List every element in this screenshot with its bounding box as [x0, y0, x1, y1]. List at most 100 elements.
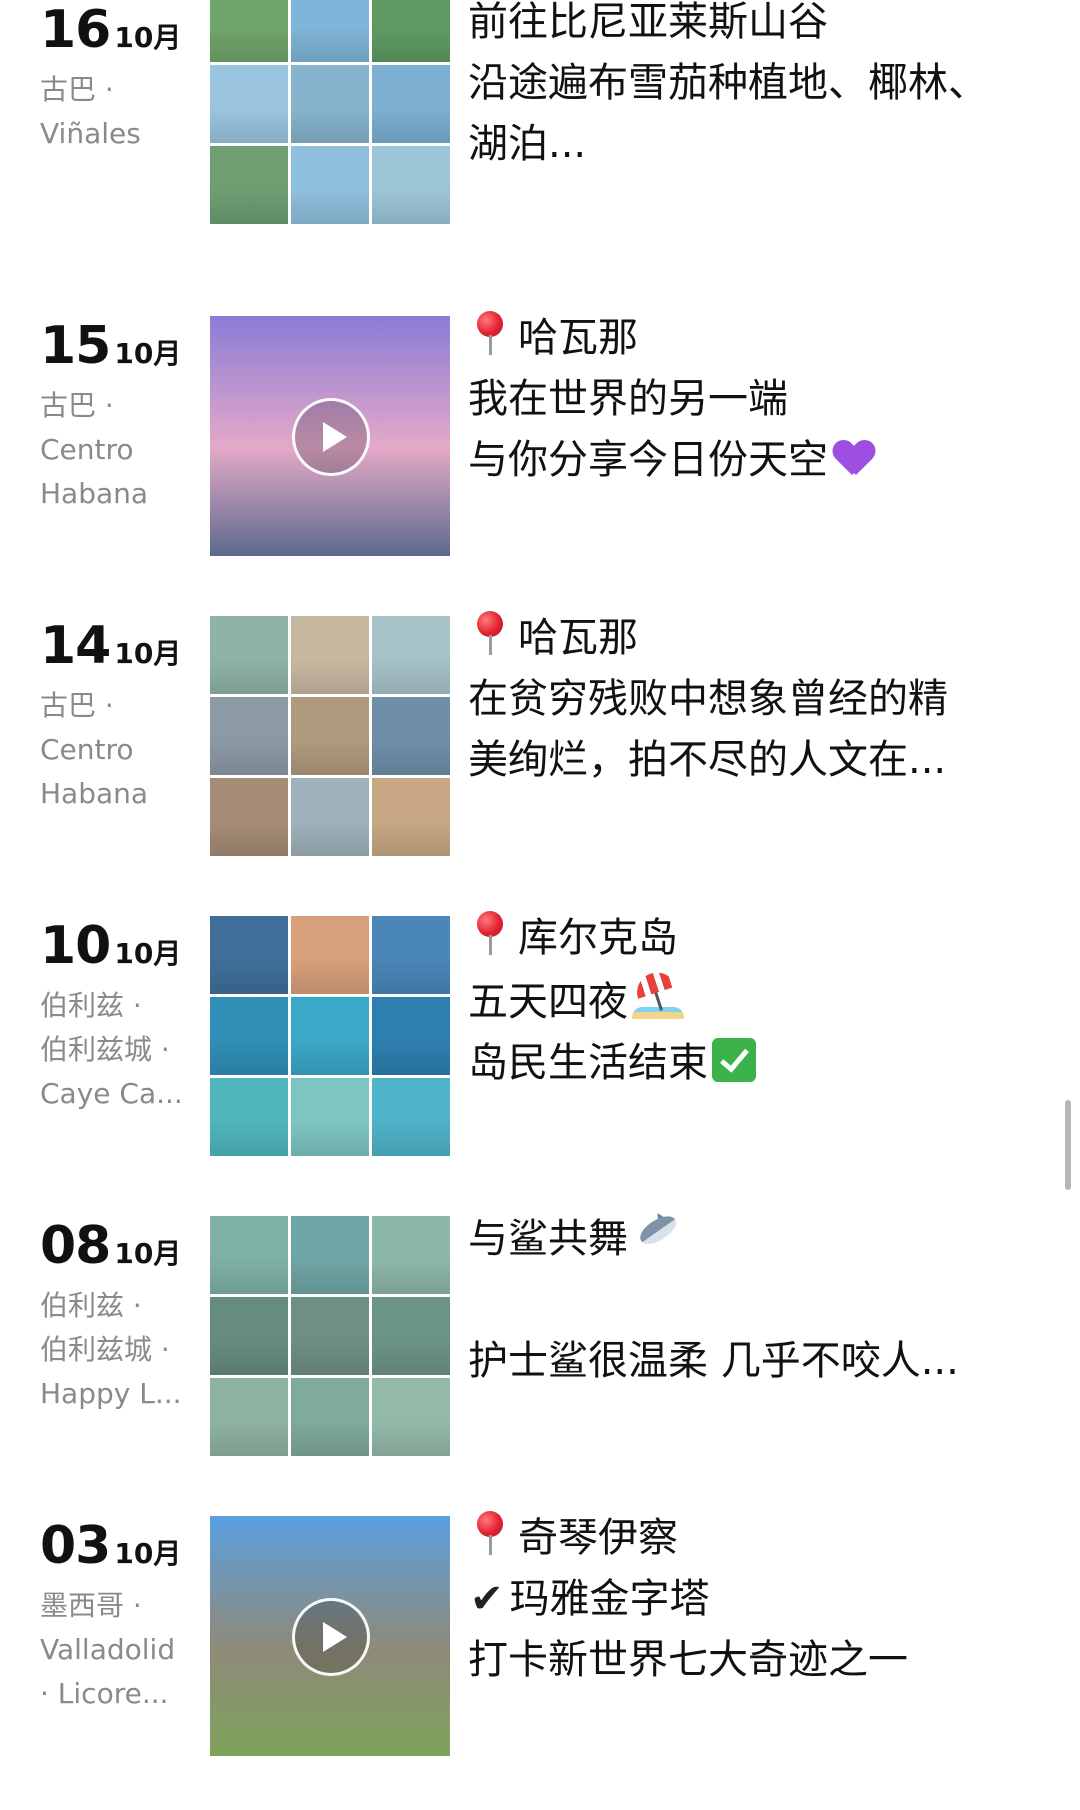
caption-text: 哈瓦那 — [518, 615, 638, 661]
caption-line: 护士鲨很温柔 几乎不咬人... — [468, 1331, 1028, 1392]
post-day: 14 — [40, 616, 111, 676]
location-pin-icon — [476, 911, 504, 957]
post-date: 08 10月 — [40, 1216, 190, 1276]
caption-text: 库尔克岛 — [518, 915, 678, 961]
photo-thumbnail[interactable] — [210, 616, 288, 694]
photo-thumbnail[interactable] — [372, 1216, 450, 1294]
location-line: Caye Ca... — [40, 1077, 183, 1110]
post-location: 伯利兹 · 伯利兹城 · Caye Ca... — [40, 984, 190, 1116]
moment-post[interactable]: 03 10月 墨西哥 · Valladolid · Licore... 奇琴伊察 ✔ 玛雅金字… — [0, 1500, 1080, 1756]
photo-thumbnail[interactable] — [210, 916, 288, 994]
caption-text: 五天四夜 — [468, 979, 628, 1025]
photo-thumbnail[interactable] — [372, 616, 450, 694]
photo-thumbnail[interactable] — [372, 1378, 450, 1456]
photo-thumbnail[interactable] — [372, 65, 450, 143]
beach-umbrella-icon — [631, 967, 684, 1021]
photo-thumbnail[interactable] — [291, 1297, 369, 1375]
photo-thumbnail[interactable] — [210, 997, 288, 1075]
photo-thumbnail[interactable] — [291, 146, 369, 224]
photo-thumbnail[interactable] — [210, 146, 288, 224]
post-caption[interactable]: 奇琴伊察 ✔ 玛雅金字塔 打卡新世界七大奇迹之一 — [468, 1508, 1028, 1691]
location-line: Habana — [40, 777, 149, 810]
moment-post[interactable]: 16 10月 古巴 · Viñales 前往比尼亚莱斯山谷沿途遍布雪茄种植地、椰林、 湖泊… — [0, 0, 1080, 240]
photo-thumbnail[interactable] — [291, 778, 369, 856]
location-line: Happy L... — [40, 1377, 182, 1410]
post-date: 03 10月 — [40, 1516, 190, 1576]
post-day: 03 — [40, 1516, 111, 1576]
moment-post[interactable]: 14 10月 古巴 · Centro Habana 哈瓦那 在贫穷残败中想象曾经的精 美绚烂，… — [0, 600, 1080, 856]
photo-thumbnail[interactable] — [210, 1216, 288, 1294]
photo-thumbnail[interactable] — [210, 1297, 288, 1375]
post-caption[interactable]: 前往比尼亚莱斯山谷沿途遍布雪茄种植地、椰林、 湖泊... — [468, 0, 1028, 175]
caption-text: 岛民生活结束 — [468, 1040, 708, 1086]
photo-thumbnail[interactable] — [291, 916, 369, 994]
caption-line: 岛民生活结束 — [468, 1033, 1028, 1094]
post-date: 15 10月 — [40, 316, 190, 376]
video-thumbnail[interactable] — [210, 1516, 450, 1756]
play-icon[interactable] — [292, 398, 370, 476]
caption-text: 美绚烂，拍不尽的人文在... — [468, 737, 947, 783]
caption-text: 沿途遍布雪茄种植地、椰林、 — [468, 60, 988, 106]
caption-text: 湖泊... — [468, 121, 587, 167]
post-month: 10月 — [114, 637, 182, 670]
location-line: 伯利兹城 · — [40, 1033, 170, 1066]
photo-thumbnail[interactable] — [210, 65, 288, 143]
photo-thumbnail[interactable] — [291, 1078, 369, 1156]
photo-grid[interactable] — [210, 0, 450, 224]
photo-thumbnail[interactable] — [210, 1378, 288, 1456]
photo-grid[interactable] — [210, 616, 450, 856]
photo-thumbnail[interactable] — [291, 1378, 369, 1456]
photo-thumbnail[interactable] — [291, 65, 369, 143]
post-date-location: 16 10月 古巴 · Viñales — [40, 0, 190, 156]
photo-thumbnail[interactable] — [291, 616, 369, 694]
photo-thumbnail[interactable] — [372, 997, 450, 1075]
caption-line: ✔ 玛雅金字塔 — [468, 1569, 1028, 1630]
photo-thumbnail[interactable] — [372, 916, 450, 994]
photo-thumbnail[interactable] — [372, 146, 450, 224]
photo-thumbnail[interactable] — [291, 1216, 369, 1294]
photo-thumbnail[interactable] — [372, 0, 450, 62]
moment-post[interactable]: 08 10月伯利兹 · 伯利兹城 · Happy L... 与鲨共舞护士鲨很温柔 几乎不… — [0, 1200, 1080, 1456]
caption-text: 哈瓦那 — [518, 315, 638, 361]
play-icon[interactable] — [292, 1598, 370, 1676]
photo-thumbnail[interactable] — [372, 1297, 450, 1375]
post-caption[interactable]: 哈瓦那 在贫穷残败中想象曾经的精 美绚烂，拍不尽的人文在... — [468, 608, 1028, 791]
photo-thumbnail[interactable] — [291, 997, 369, 1075]
video-thumbnail[interactable] — [210, 316, 450, 556]
caption-text: 我在世界的另一端 — [468, 376, 788, 422]
location-pin-icon — [476, 311, 504, 357]
photo-grid-cells — [210, 0, 450, 224]
photo-thumbnail[interactable] — [372, 778, 450, 856]
shark-icon — [634, 1208, 684, 1258]
caption-line: 前往比尼亚莱斯山谷 — [468, 0, 1028, 53]
moment-post[interactable]: 15 10月 古巴 · Centro Habana 哈瓦那 我在世界的另一端 与你分享今日份天… — [0, 300, 1080, 556]
location-line: 墨西哥 · — [40, 1589, 142, 1622]
location-pin-icon — [476, 1511, 504, 1557]
post-day: 10 — [40, 916, 111, 976]
check-mark-button-icon — [712, 1038, 756, 1082]
photo-thumbnail[interactable] — [210, 1078, 288, 1156]
caption-line: 打卡新世界七大奇迹之一 — [468, 1630, 1028, 1691]
photo-thumbnail[interactable] — [291, 0, 369, 62]
post-date-location: 10 10月 伯利兹 · 伯利兹城 · Caye Ca... — [40, 916, 190, 1116]
photo-thumbnail[interactable] — [291, 697, 369, 775]
photo-thumbnail[interactable] — [210, 0, 288, 62]
photo-thumbnail[interactable] — [372, 1078, 450, 1156]
caption-line: 与鲨共舞 — [468, 1208, 1028, 1270]
post-caption[interactable]: 哈瓦那 我在世界的另一端 与你分享今日份天空 — [468, 308, 1028, 491]
photo-grid[interactable] — [210, 1216, 450, 1456]
photo-thumbnail[interactable] — [372, 697, 450, 775]
post-date: 10 10月 — [40, 916, 190, 976]
post-day: 16 — [40, 0, 111, 60]
location-line: · Licore... — [40, 1677, 169, 1710]
post-month: 10月 — [114, 937, 182, 970]
post-location: 伯利兹 · 伯利兹城 · Happy L... — [40, 1284, 190, 1416]
location-line: Viñales — [40, 117, 141, 150]
scrollbar[interactable] — [1065, 1100, 1071, 1190]
moment-post[interactable]: 10 10月 伯利兹 · 伯利兹城 · Caye Ca... 库尔克岛 五天四夜 岛民生活结束 — [0, 900, 1080, 1156]
photo-grid[interactable] — [210, 916, 450, 1156]
photo-thumbnail[interactable] — [210, 778, 288, 856]
post-caption[interactable]: 库尔克岛五天四夜岛民生活结束 — [468, 908, 1028, 1094]
post-caption[interactable]: 与鲨共舞护士鲨很温柔 几乎不咬人... — [468, 1208, 1028, 1392]
photo-thumbnail[interactable] — [210, 697, 288, 775]
